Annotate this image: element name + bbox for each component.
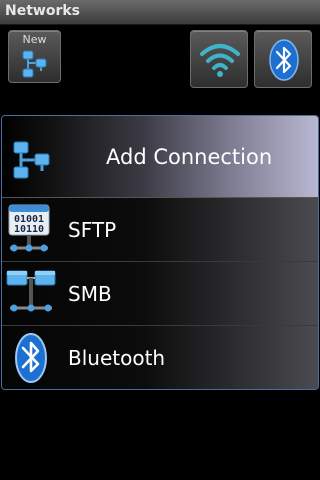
add-connection-menu: Add Connection 01001 10110 SFTP SMB Blue… bbox=[1, 115, 319, 390]
bluetooth-icon bbox=[269, 39, 299, 81]
new-button[interactable]: New bbox=[8, 30, 61, 83]
title-bar: Networks bbox=[0, 0, 320, 25]
menu-item-smb[interactable]: SMB bbox=[2, 262, 318, 326]
bluetooth-icon bbox=[15, 333, 47, 383]
window-title: Networks bbox=[5, 3, 81, 19]
smb-network-icon bbox=[6, 270, 56, 312]
menu-item-label: Bluetooth bbox=[68, 346, 166, 370]
new-button-label: New bbox=[22, 33, 47, 46]
menu-header-add-connection[interactable]: Add Connection bbox=[2, 116, 318, 198]
wifi-button[interactable] bbox=[190, 30, 248, 88]
menu-item-label: SMB bbox=[68, 282, 112, 306]
menu-item-bluetooth[interactable]: Bluetooth bbox=[2, 326, 318, 389]
wifi-icon bbox=[200, 44, 240, 77]
bluetooth-button[interactable] bbox=[254, 30, 312, 88]
toolbar: New bbox=[0, 25, 320, 105]
network-nodes-icon bbox=[22, 50, 47, 78]
menu-header-label: Add Connection bbox=[106, 145, 273, 169]
menu-item-label: SFTP bbox=[68, 218, 117, 242]
binary-network-icon: 01001 10110 bbox=[8, 204, 50, 252]
network-nodes-icon bbox=[13, 141, 50, 179]
svg-text:10110: 10110 bbox=[14, 224, 44, 235]
menu-item-sftp[interactable]: 01001 10110 SFTP bbox=[2, 198, 318, 262]
